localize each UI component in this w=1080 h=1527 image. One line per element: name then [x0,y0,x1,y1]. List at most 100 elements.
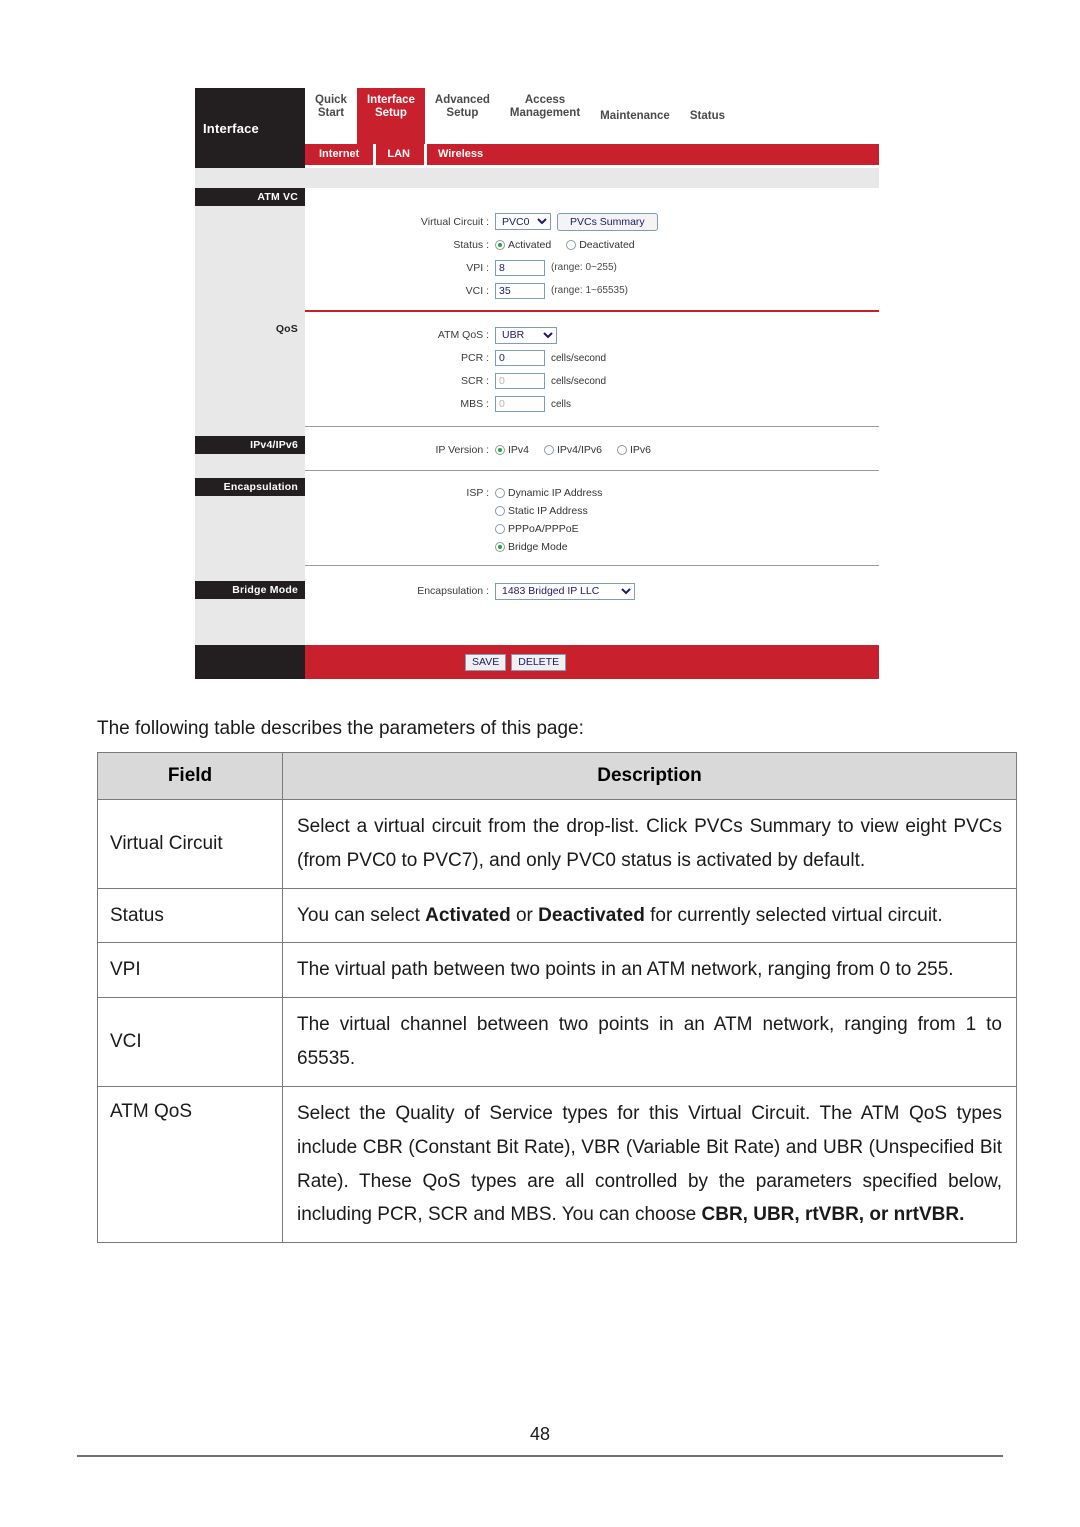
desc-status-bold-activated: Activated [425,904,511,926]
desc-atm-qos: Select the Quality of Service types for … [282,1085,1017,1244]
brand-label: Interface [195,88,305,144]
encapsulation-select[interactable]: 1483 Bridged IP LLC [495,582,635,600]
radio-off-icon [566,239,577,250]
desc-status-prefix: You can select [297,904,426,926]
scr-unit-label: cells/second [551,375,607,387]
settings-content: Virtual Circuit : PVC0 PVCs Summary Stat… [305,188,879,645]
tab-advanced-setup-line2: Setup [446,106,479,119]
sub-navigation: Internet LAN Wireless [195,144,879,165]
table-row: VCI The virtual channel between two poin… [97,997,1017,1087]
scr-input[interactable] [495,373,545,389]
atm-qos-label: ATM QoS : [437,329,489,341]
tab-interface-setup-line1: Interface [366,94,415,106]
pcr-unit-label: cells/second [551,352,607,364]
isp-dynamic-radio[interactable]: Dynamic IP Address [495,487,602,499]
isp-pppoa-pppoe-label: PPPoA/PPPoE [508,522,579,535]
row-pcr: PCR : cells/second [305,347,879,370]
isp-static-radio[interactable]: Static IP Address [495,505,602,517]
tab-maintenance[interactable]: Maintenance [590,88,680,144]
top-navigation: Interface Quick Start Interface Setup Ad… [195,88,879,144]
mbs-label: MBS : [460,398,489,410]
pcr-input[interactable] [495,350,545,366]
tab-advanced-setup-line1: Advanced [434,94,490,106]
isp-bridge-mode-radio[interactable]: Bridge Mode [495,541,602,553]
scr-label: SCR : [460,375,489,387]
page-number: 48 [529,1424,551,1444]
intro-paragraph: The following table describes the parame… [97,718,584,739]
vci-label: VCI : [465,284,489,297]
mbs-unit-label: cells [551,398,572,410]
ip-version-label: IP Version : [435,444,489,456]
tab-quick-start[interactable]: Quick Start [305,88,357,144]
ip-version-ipv4-radio[interactable]: IPv4 [495,444,529,456]
desc-status-suffix: for currently selected virtual circuit. [644,904,943,926]
field-vpi: VPI [97,942,283,999]
radio-off-icon [616,445,627,455]
radio-off-icon [495,523,505,534]
isp-label: ISP : [466,486,489,499]
table-row: Status You can select Activated or Deact… [97,887,1017,944]
radio-off-icon [495,505,505,516]
row-encapsulation: Encapsulation : 1483 Bridged IP LLC [305,580,879,603]
header-field: Field [97,752,283,800]
table-row: Virtual Circuit Select a virtual circuit… [97,799,1017,889]
desc-vci: The virtual channel between two points i… [282,997,1017,1087]
action-bar: SAVE DELETE [195,645,879,679]
tab-access-management[interactable]: Access Management [499,88,591,144]
isp-group: ISP : Dynamic IP Address Static IP Addre… [305,471,879,565]
atm-vc-group: Virtual Circuit : PVC0 PVCs Summary Stat… [305,188,879,310]
isp-radio-group: Dynamic IP Address Static IP Address PPP… [495,487,602,559]
status-label: Status : [453,238,489,251]
status-deactivated-radio[interactable]: Deactivated [566,239,635,251]
row-status: Status : Activated Deactivated [305,233,879,256]
virtual-circuit-label: Virtual Circuit : [420,215,489,228]
ip-version-ipv6-label: IPv6 [629,444,651,456]
atm-qos-select[interactable]: UBR [495,326,557,344]
tab-advanced-setup[interactable]: Advanced Setup [424,88,500,144]
ip-version-dual-radio[interactable]: IPv4/IPv6 [544,444,602,456]
top-tab-list: Quick Start Interface Setup Advanced Set… [305,88,879,144]
field-atm-qos: ATM QoS [97,1085,283,1244]
virtual-circuit-select[interactable]: PVC0 [495,213,551,230]
delete-button[interactable]: DELETE [511,653,567,671]
tab-interface-setup[interactable]: Interface Setup [356,88,425,144]
ip-version-ipv4-label: IPv4 [508,444,530,456]
radio-on-icon [495,239,505,250]
encapsulation-label: Encapsulation : [417,585,489,597]
vpi-input[interactable] [495,259,545,276]
subtab-internet[interactable]: Internet [305,144,373,165]
save-button[interactable]: SAVE [465,653,507,671]
isp-dynamic-label: Dynamic IP Address [508,486,603,499]
ip-version-ipv6-radio[interactable]: IPv6 [616,444,651,456]
pvcs-summary-button[interactable]: PVCs Summary [557,212,658,231]
mbs-input[interactable] [495,396,545,412]
router-admin-screenshot: Interface Quick Start Interface Setup Ad… [195,88,879,679]
field-status: Status [97,887,283,944]
subtab-lan[interactable]: LAN [373,144,424,165]
radio-on-icon [495,445,505,455]
isp-pppoa-pppoe-radio[interactable]: PPPoA/PPPoE [495,523,602,535]
action-bar-rail [195,645,305,679]
table-row: ATM QoS Select the Quality of Service ty… [97,1085,1017,1244]
table-row: VPI The virtual path between two points … [97,942,1017,999]
parameters-table: Field Description Virtual Circuit Select… [97,752,1017,1244]
section-label-qos: QoS [275,323,298,335]
desc-atm-qos-bold-tail: CBR, UBR, rtVBR, or nrtVBR. [701,1204,965,1226]
tab-quick-start-line2: Start [317,106,345,119]
tab-access-management-line1: Access [524,94,566,106]
vci-input[interactable] [495,282,545,299]
vpi-range-hint: (range: 0~255) [551,262,617,273]
tab-status-label: Status [689,109,725,122]
subtab-wireless[interactable]: Wireless [423,144,497,165]
tab-status[interactable]: Status [679,88,735,144]
section-label-ipv4-ipv6: IPv4/IPv6 [195,436,305,454]
tab-maintenance-label: Maintenance [600,109,670,122]
pcr-label: PCR : [460,352,489,364]
section-label-encapsulation: Encapsulation [195,478,305,496]
vpi-label: VPI : [466,261,489,274]
desc-status-mid: or [510,904,539,926]
row-scr: SCR : cells/second [305,370,879,393]
status-activated-radio[interactable]: Activated [495,239,551,251]
ip-version-group: IP Version : IPv4 IPv4/IPv6 IPv6 [305,427,879,470]
section-label-atm-vc: ATM VC [195,188,305,206]
